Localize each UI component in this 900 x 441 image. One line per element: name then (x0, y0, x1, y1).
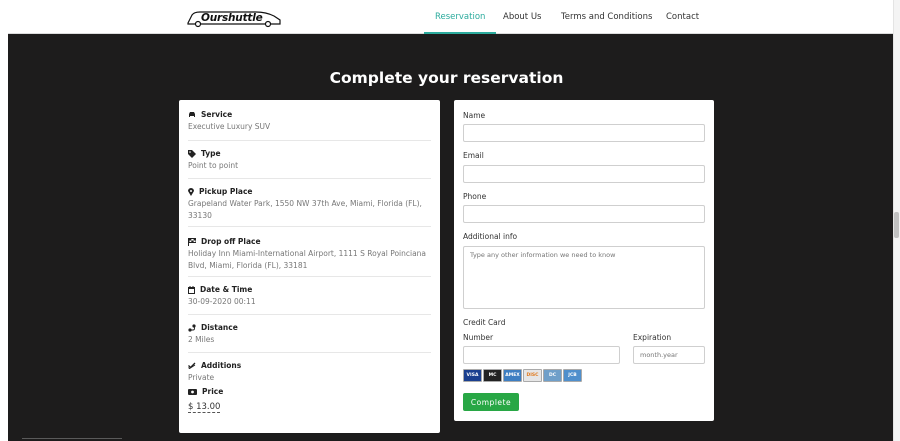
type-value: Point to point (188, 161, 239, 170)
route-icon (188, 323, 196, 332)
nav-about-us[interactable]: About Us (503, 0, 541, 34)
type-title: Type (201, 149, 221, 158)
phone-input[interactable] (463, 205, 705, 223)
page-left-edge (0, 0, 8, 441)
nav-terms[interactable]: Terms and Conditions (561, 0, 652, 34)
credit-card-label: Credit Card (463, 318, 506, 327)
additions-block: Additions Private (188, 353, 431, 384)
mastercard-icon: MC (483, 369, 502, 382)
expiration-input[interactable] (633, 346, 705, 364)
nav-reservation[interactable]: Reservation (424, 0, 497, 34)
additional-info-label: Additional info (463, 232, 518, 241)
card-number-input[interactable] (463, 346, 620, 364)
dropoff-block: Drop off Place Holiday Inn Miami-Interna… (188, 227, 431, 277)
phone-label: Phone (463, 192, 487, 201)
tag-icon (188, 149, 196, 158)
price-value: $ 13.00 (188, 402, 221, 413)
expiration-label: Expiration (633, 333, 672, 342)
additions-value: Private (188, 373, 215, 382)
nav-contact[interactable]: Contact (666, 0, 699, 34)
flag-icon (188, 237, 196, 246)
datetime-value: 30-09-2020 00:11 (188, 297, 256, 306)
car-icon (189, 112, 195, 117)
distance-value: 2 Miles (188, 335, 215, 344)
logo-text: Ourshuttle (201, 11, 263, 24)
additions-title: Additions (201, 361, 242, 370)
site-logo[interactable]: Ourshuttle (186, 6, 282, 28)
bottom-divider (22, 438, 122, 439)
diners-club-icon: DC (543, 369, 562, 382)
jcb-icon: JCB (563, 369, 582, 382)
pickup-value: Grapeland Water Park, 1550 NW 37th Ave, … (188, 199, 422, 220)
price-block: Price $ 13.00 (188, 384, 431, 414)
type-block: Type Point to point (188, 141, 431, 179)
top-navbar: Ourshuttle Reservation About Us Terms an… (8, 0, 893, 34)
email-input[interactable] (463, 165, 705, 183)
complete-button[interactable]: Complete (463, 393, 519, 411)
dropoff-title: Drop off Place (201, 237, 261, 246)
visa-icon: VISA (463, 369, 482, 382)
price-title: Price (202, 387, 224, 396)
map-marker-icon (188, 187, 194, 196)
customer-details-form: Name Email Phone Additional info Credit … (454, 100, 714, 421)
pickup-block: Pickup Place Grapeland Water Park, 1550 … (188, 179, 431, 227)
service-title: Service (201, 110, 233, 119)
money-icon (188, 388, 197, 395)
accepted-cards: VISA MC AMEX DISC DC JCB (463, 369, 582, 382)
card-number-label: Number (463, 333, 494, 342)
scrollbar-thumb[interactable] (894, 212, 899, 238)
email-label: Email (463, 151, 484, 160)
datetime-block: Date & Time 30-09-2020 00:11 (188, 277, 431, 315)
service-value: Executive Luxury SUV (188, 122, 271, 131)
additional-info-textarea[interactable] (463, 246, 705, 309)
name-label: Name (463, 111, 486, 120)
datetime-title: Date & Time (200, 285, 253, 294)
calendar-icon (188, 285, 195, 294)
service-block: Service Executive Luxury SUV (188, 100, 431, 141)
distance-block: Distance 2 Miles (188, 315, 431, 353)
distance-title: Distance (201, 323, 238, 332)
dropoff-value: Holiday Inn Miami-International Airport,… (188, 249, 427, 270)
name-input[interactable] (463, 124, 705, 142)
pickup-title: Pickup Place (199, 187, 253, 196)
reservation-summary-card: Service Executive Luxury SUV Type Point … (179, 100, 440, 433)
amex-icon: AMEX (503, 369, 522, 382)
discover-icon: DISC (523, 369, 542, 382)
check-double-icon (188, 362, 196, 369)
page-title: Complete your reservation (329, 69, 564, 87)
